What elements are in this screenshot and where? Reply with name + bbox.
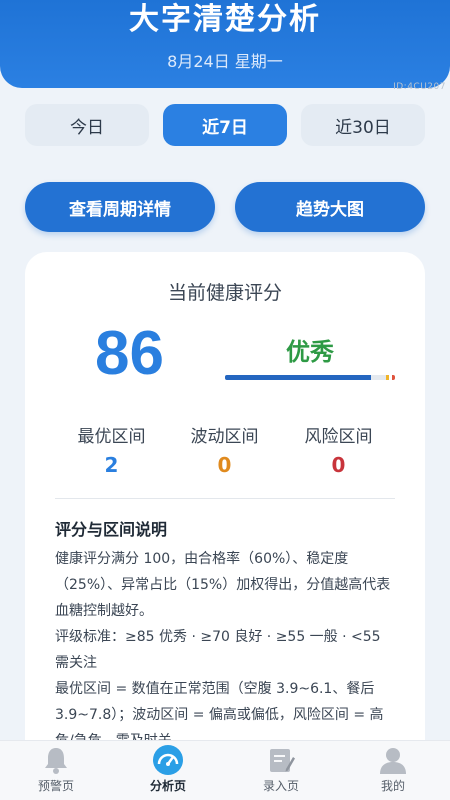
divider bbox=[55, 498, 395, 499]
page-title: 大字清楚分析 bbox=[129, 2, 321, 37]
nav-label: 录入页 bbox=[262, 779, 299, 793]
zone-label: 波动区间 bbox=[190, 427, 259, 447]
zone-count: 2 bbox=[104, 453, 119, 477]
health-score-value: 86 bbox=[95, 319, 164, 388]
tab-last-7-days[interactable]: 近7日 bbox=[163, 104, 287, 146]
zone-label: 最优区间 bbox=[77, 427, 146, 447]
health-score-card: 当前健康评分 86 优秀 最优区间 2 波动区间 0 风险区间 0 评分与区间说… bbox=[25, 252, 425, 772]
health-score-title: 当前健康评分 bbox=[167, 282, 282, 304]
current-date: 8月24日 星期一 bbox=[167, 52, 283, 71]
nav-label: 分析页 bbox=[149, 779, 186, 793]
nav-item-analysis[interactable]: 分析页 bbox=[112, 741, 224, 800]
zone-count: 0 bbox=[217, 453, 232, 477]
explanation-paragraph: 评级标准：≥85 优秀 · ≥70 良好 · ≥55 一般 · <55 需关注 bbox=[55, 629, 381, 671]
progress-color-markers bbox=[386, 375, 395, 380]
view-period-details-button[interactable]: 查看周期详情 bbox=[25, 182, 215, 232]
zone-fluctuation: 波动区间 0 bbox=[168, 422, 281, 477]
tab-today[interactable]: 今日 bbox=[25, 104, 149, 146]
watermark-id: ID:4CU207 bbox=[393, 82, 446, 92]
score-progress-bar bbox=[225, 375, 395, 380]
nav-label: 预警页 bbox=[37, 779, 74, 793]
explanation-heading: 评分与区间说明 bbox=[55, 520, 168, 539]
zone-count: 0 bbox=[331, 453, 346, 477]
health-grade: 优秀 bbox=[286, 338, 334, 366]
score-explanation: 评分与区间说明 健康评分满分 100，由合格率（60%）、稳定度（25%）、异常… bbox=[55, 516, 395, 754]
zone-risk: 风险区间 0 bbox=[282, 422, 395, 477]
app-header: 大字清楚分析 8月24日 星期一 bbox=[0, 0, 450, 88]
zone-optimal: 最优区间 2 bbox=[55, 422, 168, 477]
nav-item-entry[interactable]: 录入页 bbox=[225, 741, 337, 800]
bell-icon bbox=[0, 741, 112, 775]
user-icon bbox=[337, 741, 449, 775]
edit-note-icon bbox=[225, 741, 337, 775]
score-progress-fill bbox=[225, 375, 372, 380]
explanation-paragraph: 健康评分满分 100，由合格率（60%）、稳定度（25%）、异常占比（15%）加… bbox=[55, 551, 391, 619]
bottom-nav: 预警页 分析页 录入页 我的 bbox=[0, 740, 450, 800]
nav-item-profile[interactable]: 我的 bbox=[337, 741, 449, 800]
nav-label: 我的 bbox=[380, 779, 405, 793]
nav-item-alerts[interactable]: 预警页 bbox=[0, 741, 112, 800]
zone-label: 风险区间 bbox=[304, 427, 373, 447]
zone-summary: 最优区间 2 波动区间 0 风险区间 0 bbox=[55, 422, 395, 482]
range-tabs: 今日 近7日 近30日 bbox=[25, 104, 425, 146]
gauge-icon bbox=[112, 741, 224, 775]
tab-last-30-days[interactable]: 近30日 bbox=[301, 104, 425, 146]
trend-chart-button[interactable]: 趋势大图 bbox=[235, 182, 425, 232]
